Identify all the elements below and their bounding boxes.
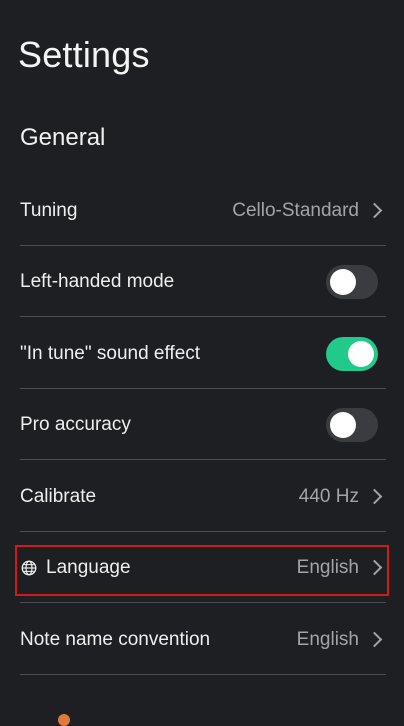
section-title-general: General bbox=[20, 124, 106, 151]
chevron-right-icon bbox=[366, 202, 383, 219]
setting-value-note-name-convention: English bbox=[296, 628, 359, 650]
pro-accuracy-toggle[interactable] bbox=[326, 407, 378, 442]
setting-value-group-language: English bbox=[297, 557, 386, 579]
setting-row-language[interactable]: Language English bbox=[20, 533, 386, 603]
toggle-knob bbox=[330, 268, 356, 295]
left-handed-mode-toggle[interactable] bbox=[326, 264, 378, 299]
setting-label-left-handed-mode: Left-handed mode bbox=[20, 270, 175, 292]
bottom-peek-icon bbox=[58, 714, 70, 726]
setting-label-calibrate: Calibrate bbox=[20, 485, 97, 507]
setting-label-tuning: Tuning bbox=[20, 199, 78, 221]
toggle-knob bbox=[330, 411, 356, 438]
toggle-knob bbox=[348, 340, 374, 367]
setting-value-calibrate: 440 Hz bbox=[298, 485, 359, 507]
setting-label-in-tune-sound-effect: "In tune" sound effect bbox=[20, 342, 201, 364]
setting-row-note-name-convention[interactable]: Note name convention English bbox=[20, 605, 386, 675]
setting-row-in-tune-sound-effect: "In tune" sound effect bbox=[20, 319, 386, 389]
setting-label-group-language: Language bbox=[20, 557, 131, 579]
setting-value-group-calibrate: 440 Hz bbox=[299, 486, 386, 508]
setting-value-language: English bbox=[296, 556, 359, 578]
setting-row-pro-accuracy: Pro accuracy bbox=[20, 390, 386, 460]
settings-screen: Settings General Tuning Cello-Standard L… bbox=[0, 0, 404, 726]
setting-value-group-tuning: Cello-Standard bbox=[232, 200, 386, 222]
setting-label-language: Language bbox=[46, 556, 131, 578]
setting-value-tuning: Cello-Standard bbox=[232, 199, 359, 221]
chevron-right-icon bbox=[366, 559, 383, 576]
globe-icon bbox=[21, 560, 37, 575]
chevron-right-icon bbox=[366, 488, 383, 505]
page-title: Settings bbox=[18, 34, 150, 75]
setting-row-calibrate[interactable]: Calibrate 440 Hz bbox=[20, 462, 386, 532]
setting-row-tuning[interactable]: Tuning Cello-Standard bbox=[20, 176, 386, 246]
chevron-right-icon bbox=[366, 631, 383, 648]
setting-label-note-name-convention: Note name convention bbox=[20, 628, 211, 650]
setting-value-group-note-name-convention: English bbox=[297, 629, 386, 651]
setting-row-left-handed-mode: Left-handed mode bbox=[20, 247, 386, 317]
setting-label-pro-accuracy: Pro accuracy bbox=[20, 413, 131, 435]
in-tune-sound-effect-toggle[interactable] bbox=[326, 336, 378, 371]
